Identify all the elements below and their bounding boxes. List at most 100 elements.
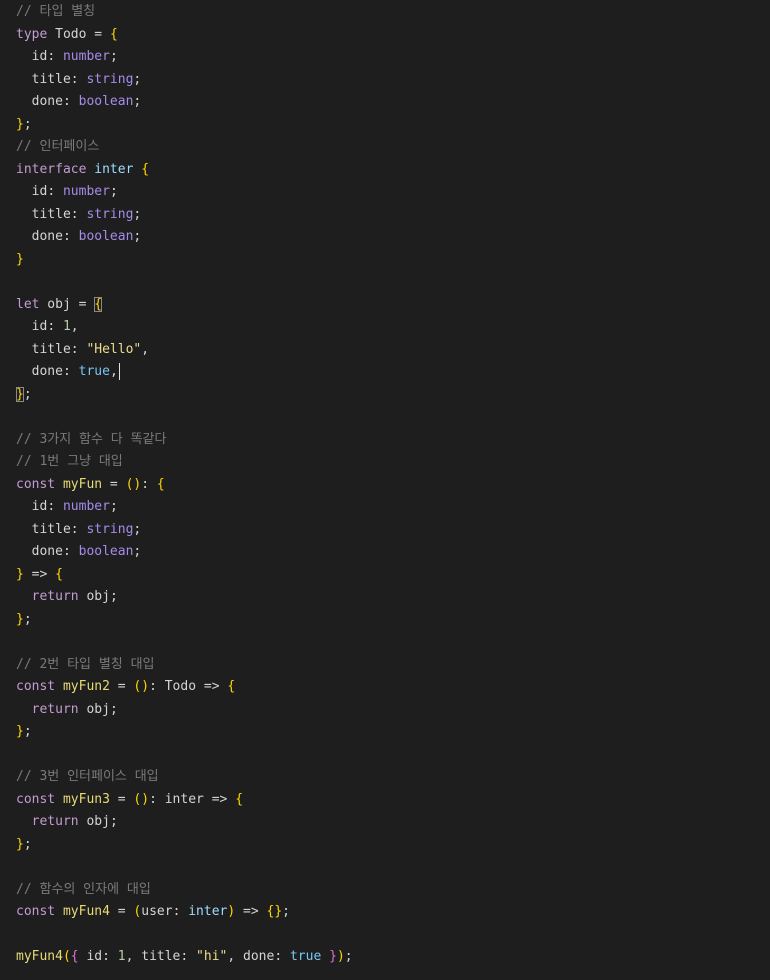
code-line[interactable]: return obj;: [0, 811, 770, 834]
code-line[interactable]: done: true,: [0, 361, 770, 384]
code-token-keyword: const: [16, 476, 56, 492]
code-token-var: Todo: [164, 679, 197, 694]
code-line[interactable]: title: string;: [0, 69, 770, 92]
code-line[interactable]: done: boolean;: [0, 226, 770, 249]
code-token-var: [55, 904, 63, 919]
code-line[interactable]: }: [0, 249, 770, 272]
code-token-brace: }: [16, 836, 24, 852]
code-token-brace: (): [133, 679, 150, 694]
code-line[interactable]: id: 1,: [0, 316, 770, 339]
code-line[interactable]: interface inter {: [0, 159, 770, 182]
code-token-comment: // 3번 인터페이스 대입: [16, 769, 159, 784]
code-token-fn: myFun4: [62, 904, 110, 919]
code-line[interactable]: const myFun2 = (): Todo => {: [0, 676, 770, 699]
code-token-punct: ;: [133, 229, 142, 244]
code-line[interactable]: // 1번 그냥 대입: [0, 451, 770, 474]
code-line[interactable]: done: boolean;: [0, 91, 770, 114]
code-token-prop: id: [16, 499, 48, 514]
code-line[interactable]: myFun4({ id: 1, title: "hi", done: true …: [0, 946, 770, 969]
code-line[interactable]: title: string;: [0, 204, 770, 227]
code-line[interactable]: [0, 271, 770, 294]
code-token-op: =>: [203, 791, 236, 807]
code-line[interactable]: [0, 856, 770, 879]
code-token-typeword: number: [62, 184, 110, 199]
code-line[interactable]: // 3가지 함수 다 똑같다: [0, 429, 770, 452]
code-line[interactable]: };: [0, 609, 770, 632]
code-token-bool: true: [78, 364, 110, 379]
code-line[interactable]: done: boolean;: [0, 541, 770, 564]
code-token-prop: id: [16, 319, 48, 334]
code-token-punct: ;: [109, 589, 118, 604]
code-token-punct: :: [47, 184, 63, 199]
code-token-comment: // 타입 별칭: [16, 4, 96, 19]
code-token-punct: ;: [109, 184, 118, 199]
code-line[interactable]: type Todo = {: [0, 24, 770, 47]
code-token-punct: ,: [125, 949, 142, 964]
code-token-punct: ;: [109, 814, 118, 829]
code-line[interactable]: };: [0, 834, 770, 857]
code-line[interactable]: let obj = {: [0, 294, 770, 317]
code-token-punct: ;: [23, 724, 32, 739]
code-token-brace: }: [16, 611, 24, 627]
code-token-punct: :: [102, 949, 118, 964]
code-token-brace: }: [16, 724, 24, 739]
code-token-brace: }: [16, 566, 24, 582]
code-token-var: [55, 679, 63, 694]
code-line[interactable]: [0, 924, 770, 947]
code-token-punct: :: [47, 49, 63, 64]
code-line[interactable]: const myFun = (): {: [0, 474, 770, 497]
code-token-typeword: number: [62, 49, 110, 64]
code-line[interactable]: title: "Hello",: [0, 339, 770, 362]
code-token-brace: (: [62, 949, 71, 964]
code-line[interactable]: title: string;: [0, 519, 770, 542]
code-line[interactable]: // 2번 타입 별칭 대입: [0, 654, 770, 677]
code-token-prop: title: [16, 206, 71, 222]
code-token-punct: :: [274, 949, 290, 964]
code-line[interactable]: return obj;: [0, 699, 770, 722]
code-line[interactable]: id: number;: [0, 46, 770, 69]
code-token-prop: done: [243, 949, 275, 964]
code-token-brace: ): [336, 949, 345, 964]
code-line[interactable]: [0, 631, 770, 654]
code-editor[interactable]: // 타입 별칭 type Todo = { id: number; title:…: [0, 0, 770, 980]
code-line[interactable]: // 3번 인터페이스 대입: [0, 766, 770, 789]
code-token-prop: done: [16, 544, 63, 559]
code-line[interactable]: // 타입 별칭: [0, 1, 770, 24]
code-token-brace2: }: [329, 949, 337, 964]
code-line[interactable]: [0, 406, 770, 429]
code-token-var: obj: [78, 814, 110, 829]
code-token-punct: ;: [133, 206, 142, 222]
code-token-brace: {}: [266, 904, 283, 919]
code-line[interactable]: const myFun3 = (): inter => {: [0, 789, 770, 812]
code-token-punct: ;: [133, 521, 142, 537]
code-token-punct: ;: [109, 499, 118, 514]
code-line[interactable]: } => {: [0, 564, 770, 587]
code-token-prop: title: [16, 521, 71, 537]
code-line[interactable]: [0, 744, 770, 767]
code-line[interactable]: // 함수의 인자에 대입: [0, 879, 770, 902]
code-token-brace: ): [227, 904, 236, 919]
code-token-brace: }: [16, 386, 24, 402]
code-token-brace2: {: [70, 949, 79, 964]
code-token-punct: ,: [227, 949, 244, 964]
code-line[interactable]: };: [0, 384, 770, 407]
code-token-punct: ;: [23, 116, 32, 132]
code-line[interactable]: return obj;: [0, 586, 770, 609]
code-token-punct: :: [70, 341, 87, 357]
code-line[interactable]: id: number;: [0, 181, 770, 204]
code-line[interactable]: // 인터페이스: [0, 136, 770, 159]
code-line[interactable]: const myFun4 = (user: inter) => {};: [0, 901, 770, 924]
code-token-punct: ;: [23, 386, 32, 402]
code-line[interactable]: };: [0, 721, 770, 744]
code-token-comment: // 1번 그냥 대입: [16, 454, 123, 469]
code-token-typeword: string: [86, 521, 134, 537]
code-line[interactable]: };: [0, 114, 770, 137]
code-token-interface-name: inter: [188, 904, 228, 919]
code-token-punct: :: [180, 949, 197, 964]
code-token-brace: {: [235, 791, 244, 807]
code-token-op: =: [109, 904, 134, 919]
code-token-var: obj: [78, 589, 110, 604]
code-token-punct: ;: [133, 544, 142, 559]
code-token-op: =>: [23, 566, 56, 582]
code-line[interactable]: id: number;: [0, 496, 770, 519]
